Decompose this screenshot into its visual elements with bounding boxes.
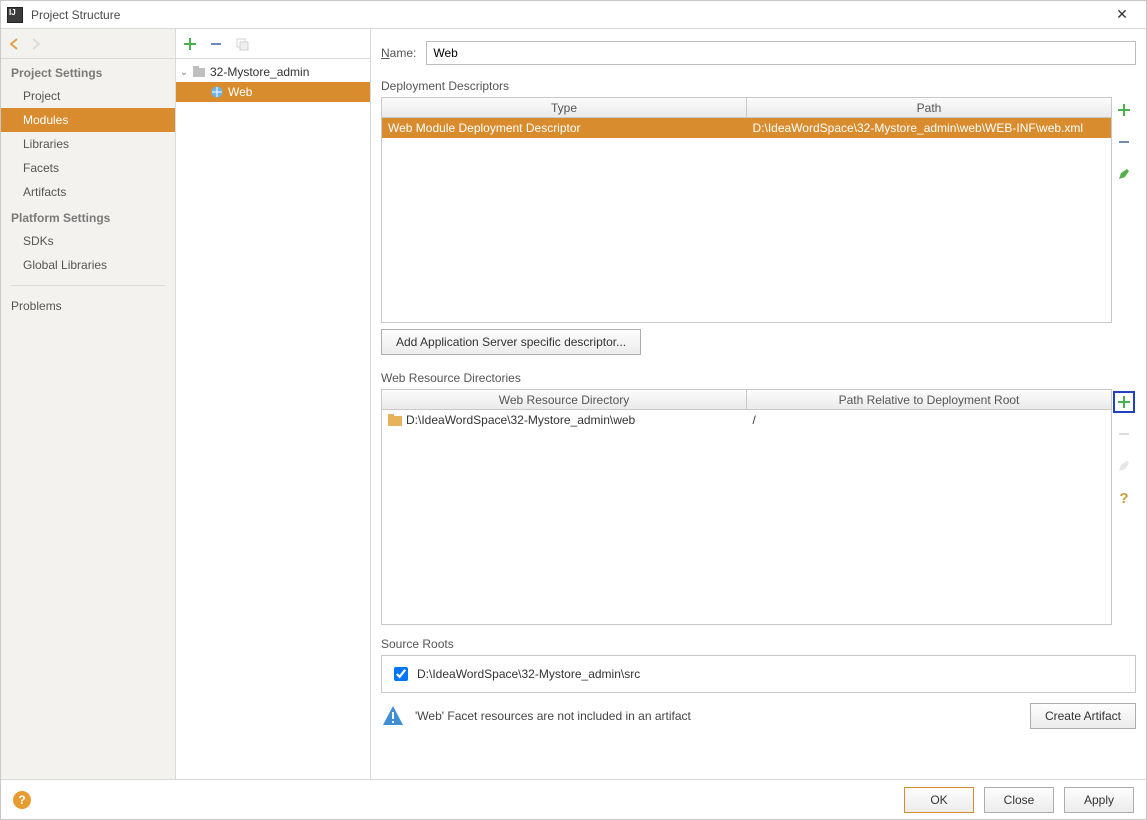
deployment-descriptors-label: Deployment Descriptors: [381, 79, 1136, 93]
add-icon[interactable]: [182, 36, 198, 52]
table-row[interactable]: D:\IdeaWordSpace\32-Mystore_admin\web /: [382, 410, 1111, 430]
folder-icon: [388, 414, 402, 426]
resource-tools: ?: [1112, 389, 1136, 625]
cell-path: D:\IdeaWordSpace\32-Mystore_admin\web\WE…: [747, 118, 1112, 138]
web-resource-table[interactable]: Web Resource Directory Path Relative to …: [381, 389, 1112, 625]
cell-dir: D:\IdeaWordSpace\32-Mystore_admin\web: [382, 410, 747, 430]
name-label: Name:: [381, 46, 416, 60]
remove-icon[interactable]: [1113, 423, 1135, 445]
sidebar-item-global-libraries[interactable]: Global Libraries: [1, 253, 175, 277]
remove-icon[interactable]: [1113, 131, 1135, 153]
descriptors-tools: [1112, 97, 1136, 323]
deployment-descriptors-header: Type Path: [382, 98, 1111, 118]
tree-toolbar: [176, 29, 370, 59]
help-icon[interactable]: ?: [13, 791, 31, 809]
sidebar-item-artifacts[interactable]: Artifacts: [1, 180, 175, 204]
source-roots-box: D:\IdeaWordSpace\32-Mystore_admin\src: [381, 655, 1136, 693]
tree-row-web[interactable]: Web: [176, 82, 370, 102]
name-input[interactable]: [426, 41, 1136, 65]
sidebar-item-problems[interactable]: Problems: [1, 294, 175, 318]
col-web-resource-dir[interactable]: Web Resource Directory: [382, 390, 747, 409]
sidebar-item-project[interactable]: Project: [1, 84, 175, 108]
source-root-checkbox[interactable]: [394, 667, 408, 681]
col-path-relative[interactable]: Path Relative to Deployment Root: [747, 390, 1111, 409]
tree-row-root[interactable]: ⌄ 32-Mystore_admin: [176, 62, 370, 82]
edit-icon[interactable]: [1113, 455, 1135, 477]
add-icon[interactable]: [1113, 391, 1135, 413]
web-resource-table-wrap: Web Resource Directory Path Relative to …: [381, 389, 1136, 625]
apply-button[interactable]: Apply: [1064, 787, 1134, 813]
forward-icon[interactable]: [27, 36, 43, 52]
sidebar-separator: [11, 285, 165, 286]
deployment-descriptors-table-wrap: Type Path Web Module Deployment Descript…: [381, 97, 1136, 323]
add-icon[interactable]: [1113, 99, 1135, 121]
ok-button[interactable]: OK: [904, 787, 974, 813]
chevron-down-icon[interactable]: ⌄: [178, 67, 190, 78]
sidebar: Project Settings Project Modules Librari…: [1, 29, 176, 779]
nav-buttons: [1, 29, 175, 59]
tree-child-label: Web: [228, 85, 252, 99]
col-type[interactable]: Type: [382, 98, 747, 117]
tree-root-label: 32-Mystore_admin: [210, 65, 309, 79]
table-row[interactable]: Web Module Deployment Descriptor D:\Idea…: [382, 118, 1111, 138]
sidebar-heading-project: Project Settings: [1, 59, 175, 84]
edit-icon[interactable]: [1113, 163, 1135, 185]
warning-row: 'Web' Facet resources are not included i…: [381, 703, 1136, 729]
back-icon[interactable]: [7, 36, 23, 52]
sidebar-item-libraries[interactable]: Libraries: [1, 132, 175, 156]
deployment-descriptors-table[interactable]: Type Path Web Module Deployment Descript…: [381, 97, 1112, 323]
name-row: Name:: [381, 41, 1136, 65]
remove-icon[interactable]: [208, 36, 224, 52]
body: Project Settings Project Modules Librari…: [1, 29, 1146, 779]
sidebar-item-modules[interactable]: Modules: [1, 108, 175, 132]
add-app-server-descriptor-button[interactable]: Add Application Server specific descript…: [381, 329, 641, 355]
source-root-path: D:\IdeaWordSpace\32-Mystore_admin\src: [417, 667, 640, 681]
col-path[interactable]: Path: [747, 98, 1111, 117]
copy-icon[interactable]: [234, 36, 250, 52]
app-icon: [7, 7, 23, 23]
cell-type: Web Module Deployment Descriptor: [382, 118, 747, 138]
sidebar-item-facets[interactable]: Facets: [1, 156, 175, 180]
web-facet-icon: [210, 85, 224, 99]
bottom-bar: ? OK Close Apply: [1, 779, 1146, 819]
warning-message: 'Web' Facet resources are not included i…: [415, 709, 1020, 723]
web-resource-header: Web Resource Directory Path Relative to …: [382, 390, 1111, 410]
sidebar-item-sdks[interactable]: SDKs: [1, 229, 175, 253]
window-title: Project Structure: [31, 8, 1104, 22]
module-tree[interactable]: ⌄ 32-Mystore_admin Web: [176, 59, 370, 779]
source-roots-label: Source Roots: [381, 637, 1136, 651]
module-icon: [192, 65, 206, 79]
main-panel: Name: Deployment Descriptors Type Path W…: [371, 29, 1146, 779]
close-icon[interactable]: ✕: [1104, 2, 1140, 28]
sidebar-heading-platform: Platform Settings: [1, 204, 175, 229]
create-artifact-button[interactable]: Create Artifact: [1030, 703, 1136, 729]
close-button[interactable]: Close: [984, 787, 1054, 813]
cell-rel: /: [747, 410, 1112, 430]
module-tree-panel: ⌄ 32-Mystore_admin Web: [176, 29, 371, 779]
web-resource-dirs-label: Web Resource Directories: [381, 371, 1136, 385]
titlebar: Project Structure ✕: [1, 1, 1146, 29]
help-icon[interactable]: ?: [1113, 487, 1135, 509]
warning-icon: [381, 704, 405, 728]
